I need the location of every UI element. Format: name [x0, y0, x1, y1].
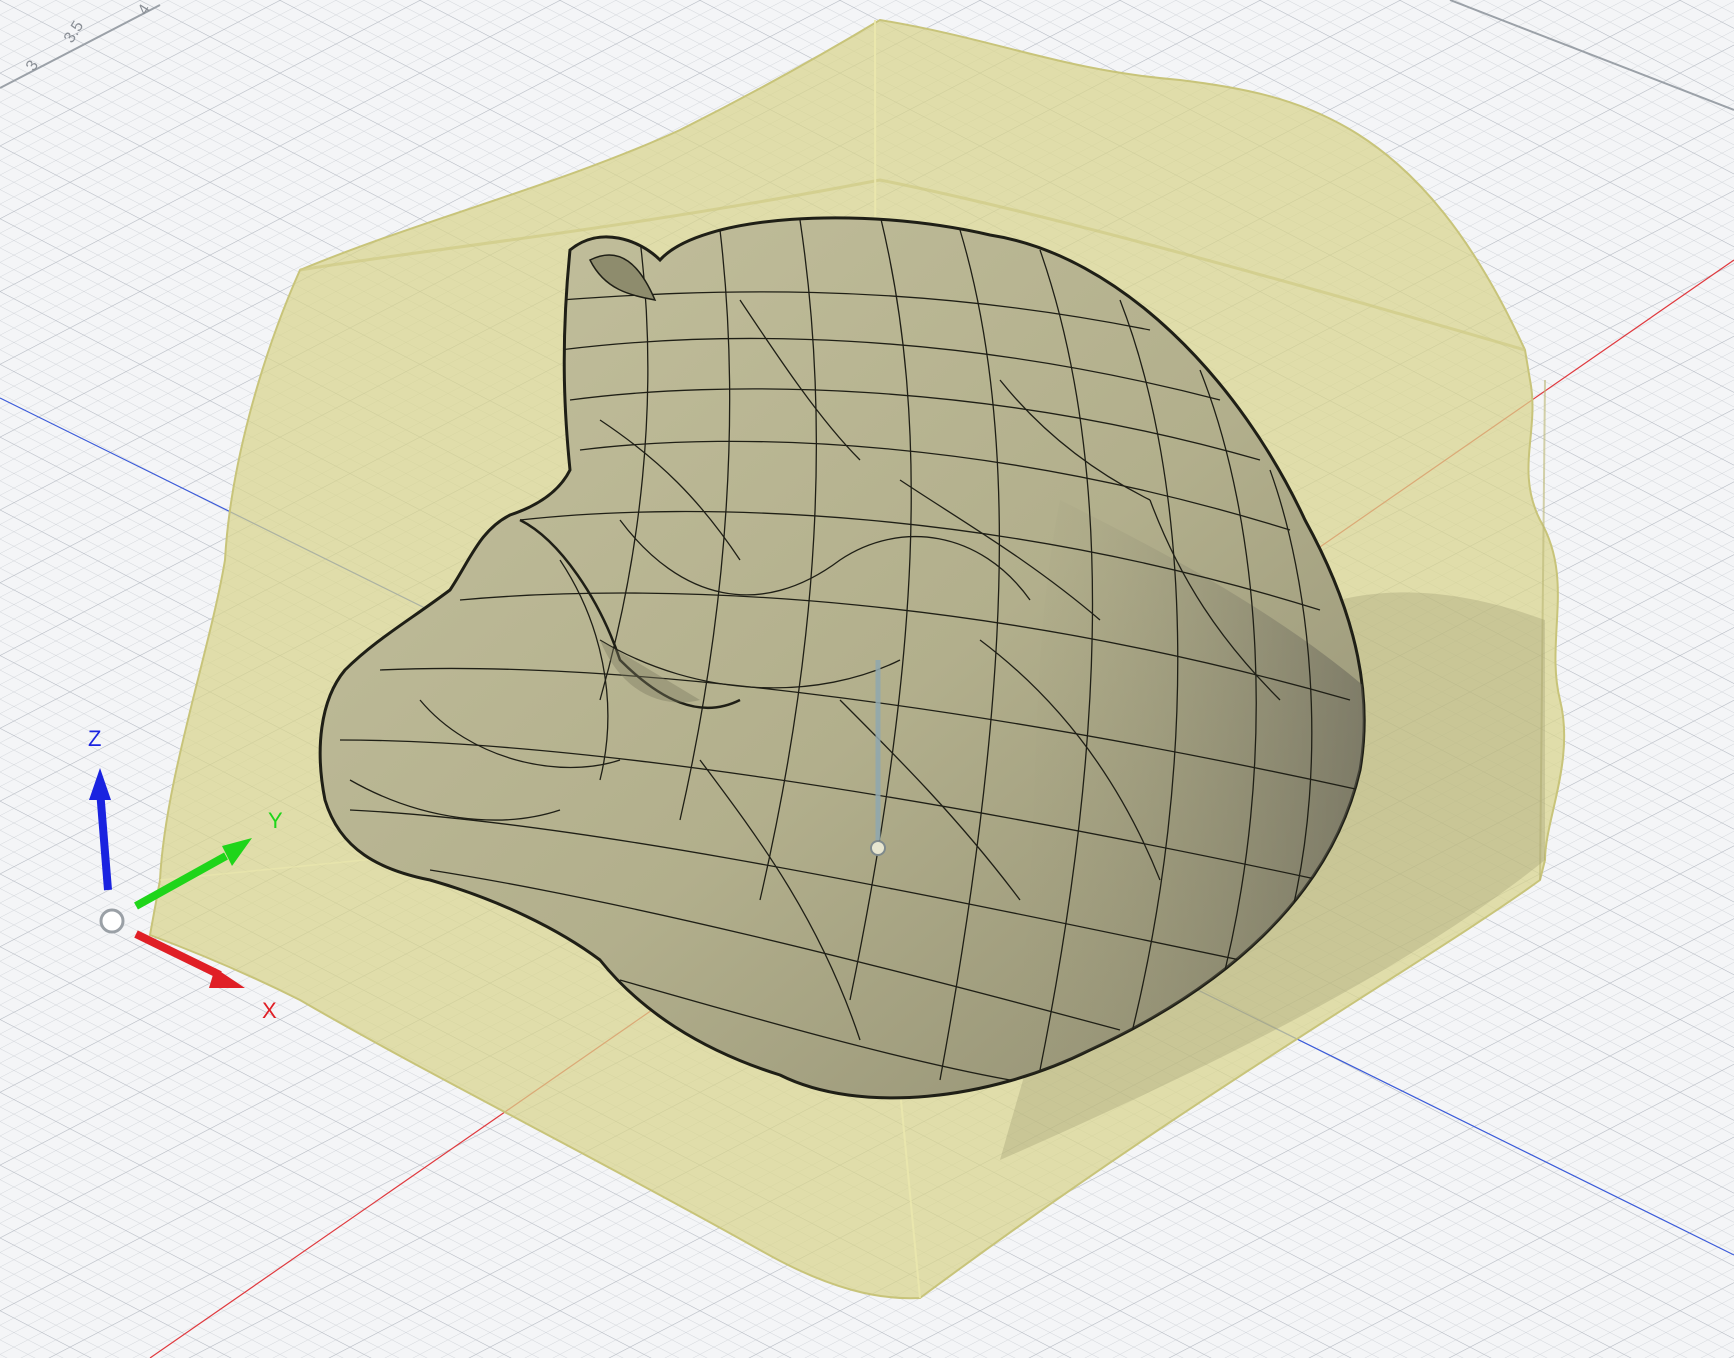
triad-origin-icon — [99, 908, 125, 934]
x-axis-label: X — [262, 998, 277, 1023]
z-axis-label: Z — [88, 726, 101, 751]
y-axis-label: Y — [268, 808, 283, 833]
viewport-canvas[interactable]: 3 3.5 4 Z Y X — [0, 0, 1734, 1358]
origin-handle-icon[interactable] — [870, 840, 886, 856]
3d-viewport[interactable]: 3 3.5 4 Z Y X — [0, 0, 1734, 1358]
